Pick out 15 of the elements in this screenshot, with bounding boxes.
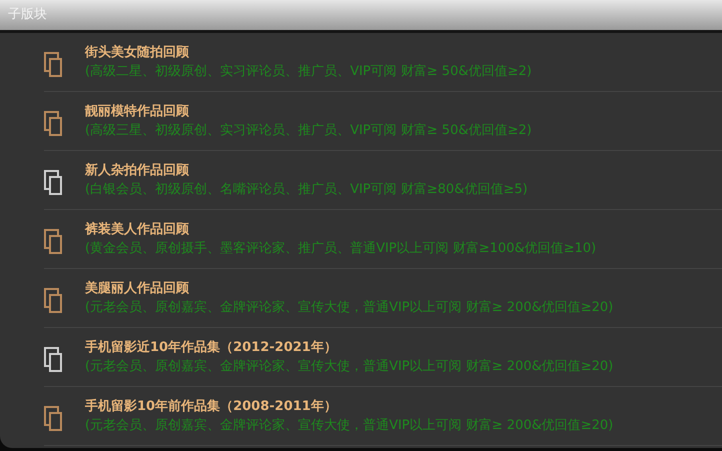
forum-link[interactable]: 靓丽模特作品回顾 [85, 103, 532, 120]
forum-requirement: (高级二星、初级原创、实习评论员、推广员、VIP可阅 财富≥ 50&优回值≥2) [85, 63, 532, 80]
forum-requirement: (高级三星、初级原创、实习评论员、推广员、VIP可阅 财富≥ 50&优回值≥2) [85, 122, 532, 139]
forum-link[interactable]: 美腿丽人作品回顾 [85, 280, 614, 297]
forum-requirement: (元老会员、原创嘉宾、金牌评论家、宣传大使，普通VIP以上可阅 财富≥ 200&优回值≥20) [85, 299, 614, 316]
forum-link[interactable]: 新人杂拍作品回顾 [85, 162, 528, 179]
forum-requirement: (白银会员、初级原创、名嘴评论员、推广员、VIP可阅 财富≥80&优回值≥5) [85, 181, 528, 198]
forum-link[interactable]: 手机留影近10年作品集（2012-2021年） [85, 339, 614, 356]
forum-requirement: (黄金会员、原创摄手、墨客评论家、推广员、普通VIP以上可阅 财富≥100&优回值≥10) [85, 240, 596, 257]
forum-link[interactable]: 裤装美人作品回顾 [85, 221, 596, 238]
forum-requirement: (元老会员、原创嘉宾、金牌评论家、宣传大使，普通VIP以上可阅 财富≥ 200&优回值≥20) [85, 358, 614, 375]
panel-title: 子版块 [8, 6, 47, 24]
forum-link[interactable]: 街头美女随拍回顾 [85, 44, 532, 61]
forum-link[interactable]: 手机留影10年前作品集（2008-2011年） [85, 398, 614, 415]
forum-requirement: (元老会员、原创嘉宾、金牌评论家、宣传大使，普通VIP以上可阅 财富≥ 200&优回值≥20) [85, 417, 614, 434]
